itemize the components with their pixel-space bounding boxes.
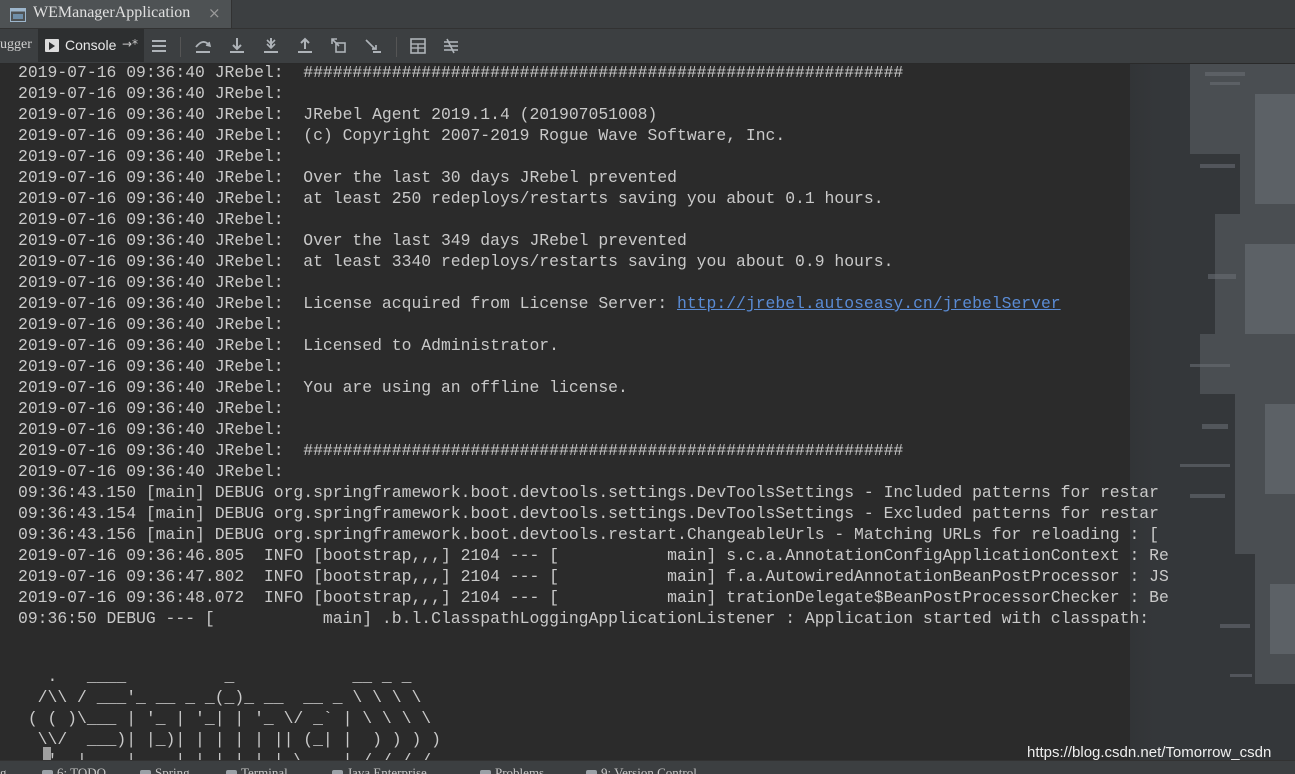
run-to-cursor-icon[interactable]: [364, 37, 382, 55]
console-line: 09:36:43.150 [main] DEBUG org.springfram…: [18, 483, 1169, 504]
bottom-java-enterprise-icon: [332, 769, 343, 774]
step-out-icon[interactable]: [296, 37, 314, 55]
console-output[interactable]: 2019-07-16 09:36:40 JRebel: ############…: [0, 64, 1295, 760]
console-line-text: 2019-07-16 09:36:40 JRebel: Licensed to …: [18, 336, 559, 355]
console-line-text: 09:36:50 DEBUG --- [ main] .b.l.Classpat…: [18, 609, 1159, 628]
console-line-text: 2019-07-16 09:36:40 JRebel:: [18, 462, 284, 481]
toolbar-separator: [180, 37, 181, 57]
console-line-text: 2019-07-16 09:36:40 JRebel:: [18, 420, 284, 439]
console-line-text: 2019-07-16 09:36:40 JRebel: (c) Copyrigh…: [18, 126, 786, 145]
console-line: 2019-07-16 09:36:40 JRebel:: [18, 273, 1169, 294]
console-line: 2019-07-16 09:36:40 JRebel: JRebel Agent…: [18, 105, 1169, 126]
console-line: 2019-07-16 09:36:40 JRebel:: [18, 147, 1169, 168]
title-bar: WEManagerApplication ×: [0, 0, 1295, 29]
console-line: 2019-07-16 09:36:40 JRebel: (c) Copyrigh…: [18, 126, 1169, 147]
console-line-text: 2019-07-16 09:36:40 JRebel:: [18, 273, 284, 292]
console-line-text: 09:36:43.154 [main] DEBUG org.springfram…: [18, 504, 1159, 523]
console-line: 2019-07-16 09:36:40 JRebel:: [18, 357, 1169, 378]
console-line: 2019-07-16 09:36:40 JRebel:: [18, 315, 1169, 336]
console-line-text: 2019-07-16 09:36:40 JRebel:: [18, 357, 284, 376]
console-line-text: 2019-07-16 09:36:40 JRebel:: [18, 84, 284, 103]
console-line: 2019-07-16 09:36:46.805 INFO [bootstrap,…: [18, 546, 1169, 567]
console-line-text: 2019-07-16 09:36:40 JRebel:: [18, 315, 284, 334]
debugger-tab[interactable]: ugger: [0, 37, 32, 53]
application-icon: [10, 7, 26, 22]
bottom-todo-icon: [42, 769, 53, 774]
console-line-text: 2019-07-16 09:36:40 JRebel: ############…: [18, 64, 904, 82]
bottom-tool-window-bar: g 6: TODO Spring Terminal Java Enterprise Pro…: [0, 760, 1295, 774]
console-line: 09:36:43.156 [main] DEBUG org.springfram…: [18, 525, 1169, 546]
console-tab[interactable]: Console →*: [38, 29, 144, 62]
console-line: 2019-07-16 09:36:48.072 INFO [bootstrap,…: [18, 588, 1169, 609]
console-line-text: 2019-07-16 09:36:46.805 INFO [bootstrap,…: [18, 546, 1169, 565]
console-line: 2019-07-16 09:36:40 JRebel: ############…: [18, 441, 1169, 462]
license-server-link[interactable]: http://jrebel.autoseasy.cn/jrebelServer: [677, 294, 1061, 313]
console-line: 2019-07-16 09:36:40 JRebel: ############…: [18, 64, 1169, 84]
console-line: 2019-07-16 09:36:40 JRebel: Over the las…: [18, 168, 1169, 189]
console-line-text: 2019-07-16 09:36:40 JRebel: Over the las…: [18, 168, 678, 187]
console-line-text: 2019-07-16 09:36:40 JRebel:: [18, 399, 284, 418]
console-line: 09:36:50 DEBUG --- [ main] .b.l.Classpat…: [18, 609, 1169, 630]
console-line-text: 2019-07-16 09:36:48.072 INFO [bootstrap,…: [18, 588, 1169, 607]
bottom-problems-icon: [480, 769, 491, 774]
watermark-text: https://blog.csdn.net/Tomorrow_csdn: [1027, 744, 1272, 760]
restore-layout-icon[interactable]: →*: [122, 37, 138, 51]
console-line-text: 2019-07-16 09:36:40 JRebel: License acqu…: [18, 294, 678, 313]
evaluate-icon[interactable]: [409, 37, 427, 55]
console-line-text: 09:36:43.156 [main] DEBUG org.springfram…: [18, 525, 1159, 544]
bottom-version-control-icon: [586, 769, 597, 774]
console-line: 2019-07-16 09:36:40 JRebel: You are usin…: [18, 378, 1169, 399]
console-line: 2019-07-16 09:36:40 JRebel: License acqu…: [18, 294, 1169, 315]
run-tab-label: WEManagerApplication: [33, 4, 191, 21]
spring-boot-banner: . ____ _ __ _ _ /\\ / ___'_ __ _ _(_)_ _…: [27, 667, 441, 760]
console-line-text: 2019-07-16 09:36:40 JRebel: at least 250…: [18, 189, 884, 208]
console-line: 2019-07-16 09:36:47.802 INFO [bootstrap,…: [18, 567, 1169, 588]
console-line: 2019-07-16 09:36:40 JRebel: Over the las…: [18, 231, 1169, 252]
console-line-text: 2019-07-16 09:36:40 JRebel: JRebel Agent…: [18, 105, 658, 124]
console-line-text: 2019-07-16 09:36:47.802 INFO [bootstrap,…: [18, 567, 1169, 586]
drop-frame-icon[interactable]: [330, 37, 348, 55]
console-icon: [45, 39, 59, 52]
console-line-text: 2019-07-16 09:36:40 JRebel:: [18, 210, 284, 229]
console-line: 09:36:43.154 [main] DEBUG org.springfram…: [18, 504, 1169, 525]
debug-toolbar: ugger Console →*: [0, 29, 1295, 64]
console-lines: 2019-07-16 09:36:40 JRebel: ############…: [18, 64, 1169, 630]
force-step-into-icon[interactable]: [262, 37, 280, 55]
console-line: 2019-07-16 09:36:40 JRebel:: [18, 420, 1169, 441]
menu-icon[interactable]: [150, 37, 168, 55]
console-line-text: 2019-07-16 09:36:40 JRebel: ############…: [18, 441, 904, 460]
console-line: 2019-07-16 09:36:40 JRebel:: [18, 462, 1169, 483]
console-line-text: 09:36:43.150 [main] DEBUG org.springfram…: [18, 483, 1159, 502]
console-line: 2019-07-16 09:36:40 JRebel:: [18, 210, 1169, 231]
trace-icon[interactable]: [442, 37, 460, 55]
console-line: 2019-07-16 09:36:40 JRebel:: [18, 399, 1169, 420]
toolbar-separator: [396, 37, 397, 57]
console-line-text: 2019-07-16 09:36:40 JRebel: You are usin…: [18, 378, 628, 397]
scroll-thumb[interactable]: [43, 747, 51, 760]
console-line-text: 2019-07-16 09:36:40 JRebel:: [18, 147, 284, 166]
console-line-text: 2019-07-16 09:36:40 JRebel: Over the las…: [18, 231, 687, 250]
console-line-text: 2019-07-16 09:36:40 JRebel: at least 334…: [18, 252, 894, 271]
console-line: 2019-07-16 09:36:40 JRebel:: [18, 84, 1169, 105]
bottom-terminal-icon: [226, 769, 237, 774]
close-icon[interactable]: ×: [208, 4, 221, 22]
run-config-tab[interactable]: WEManagerApplication ×: [0, 0, 232, 28]
console-line: 2019-07-16 09:36:40 JRebel: at least 334…: [18, 252, 1169, 273]
console-line: 2019-07-16 09:36:40 JRebel: Licensed to …: [18, 336, 1169, 357]
step-over-icon[interactable]: [194, 37, 212, 55]
console-line: 2019-07-16 09:36:40 JRebel: at least 250…: [18, 189, 1169, 210]
bottom-spring-icon: [140, 769, 151, 774]
console-tab-label: Console: [65, 37, 117, 53]
step-into-icon[interactable]: [228, 37, 246, 55]
